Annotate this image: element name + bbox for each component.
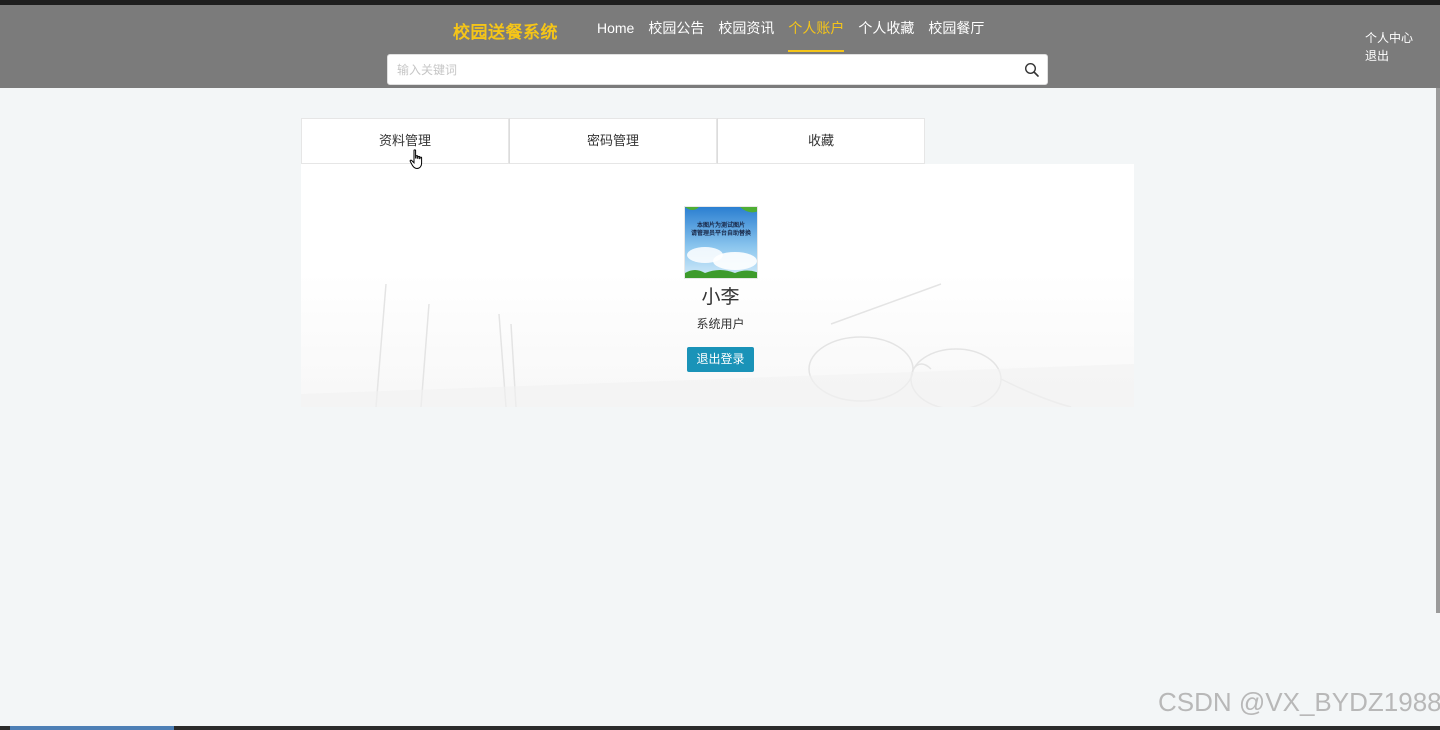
site-logo[interactable]: 校园送餐系统 [453, 18, 558, 43]
username: 小李 [701, 287, 740, 308]
page-scrollbar[interactable] [1436, 88, 1440, 613]
nav-announcements[interactable]: 校园公告 [648, 19, 704, 53]
search-icon[interactable] [1024, 62, 1040, 78]
logout-button[interactable]: 退出登录 [687, 347, 754, 372]
avatar[interactable]: 本图片为测试图片 请管理员平台自助替换 [684, 206, 758, 279]
user-links: 个人中心 退出 [1365, 29, 1413, 65]
nav-favorites[interactable]: 个人收藏 [858, 19, 914, 53]
taskbar [0, 726, 1440, 730]
tab-favorites[interactable]: 收藏 [717, 118, 925, 164]
site-header: 校园送餐系统 Home 校园公告 校园资讯 个人账户 个人收藏 校园餐厅 个人中… [0, 5, 1440, 88]
main-nav: Home 校园公告 校园资讯 个人账户 个人收藏 校园餐厅 [597, 19, 998, 53]
nav-home[interactable]: Home [597, 19, 634, 53]
tab-password-management[interactable]: 密码管理 [509, 118, 717, 164]
nav-news[interactable]: 校园资讯 [718, 19, 774, 53]
avatar-caption: 本图片为测试图片 请管理员平台自助替换 [690, 223, 751, 237]
hand-cursor-icon [409, 149, 423, 170]
user-role: 系统用户 [696, 317, 745, 331]
search-bar [387, 54, 1048, 85]
watermark: CSDN @VX_BYDZ1988 [1158, 687, 1440, 717]
profile-panel: 本图片为测试图片 请管理员平台自助替换 小李 系统用户 退出登录 [301, 164, 1134, 407]
personal-center-link[interactable]: 个人中心 [1365, 29, 1413, 47]
avatar-image [685, 207, 757, 278]
nav-personal-account[interactable]: 个人账户 [788, 19, 845, 53]
nav-restaurants[interactable]: 校园餐厅 [928, 19, 984, 53]
account-tabs: 资料管理 密码管理 收藏 [301, 118, 925, 164]
tab-profile-management[interactable]: 资料管理 [301, 118, 509, 164]
search-input[interactable] [388, 55, 1008, 84]
logout-link[interactable]: 退出 [1365, 47, 1413, 65]
taskbar-active-item[interactable] [10, 726, 174, 730]
